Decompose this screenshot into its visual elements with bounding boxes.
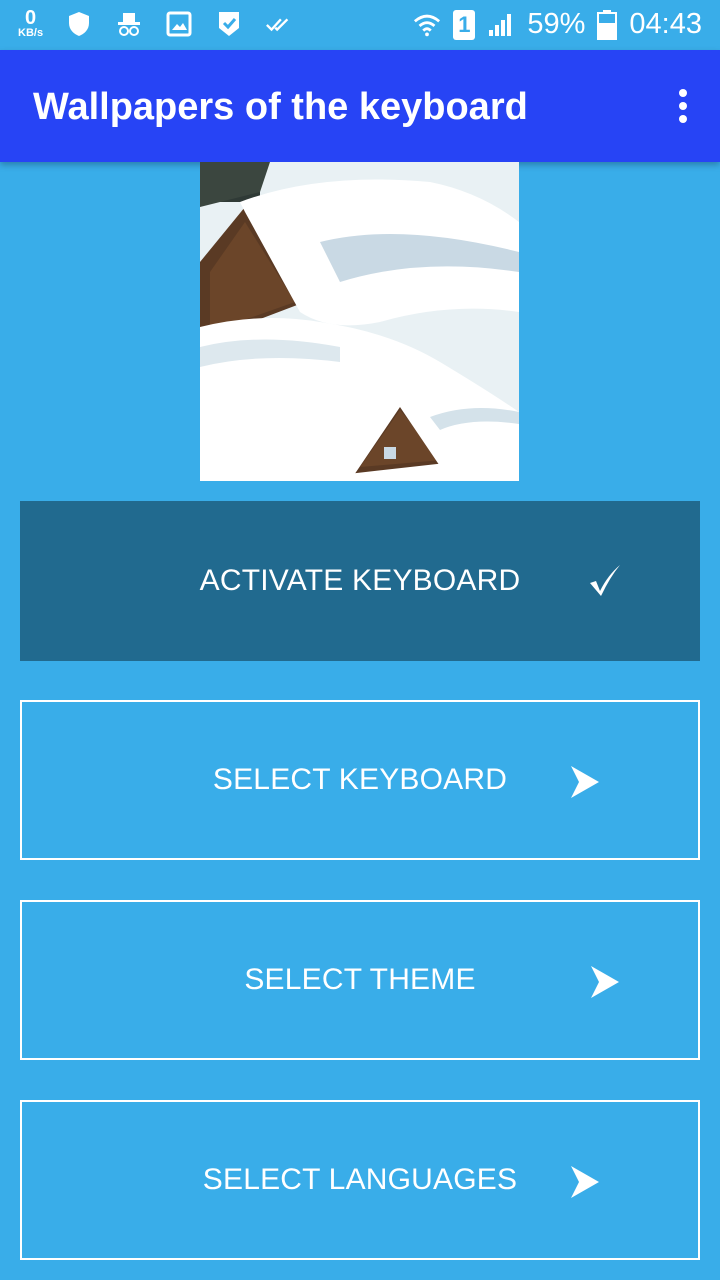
app-bar: Wallpapers of the keyboard [0, 50, 720, 162]
double-check-icon [265, 10, 293, 38]
network-speed: 0 KB/s [18, 8, 43, 39]
clock: 04:43 [629, 8, 702, 40]
more-vert-icon[interactable] [676, 88, 690, 124]
checkmark-icon [588, 563, 622, 602]
activate-keyboard-button[interactable]: ACTIVATE KEYBOARD [20, 501, 700, 661]
sim-slot-number: 1 [458, 11, 471, 37]
shield-icon [65, 10, 93, 38]
arrow-right-icon [571, 766, 601, 803]
snow-cabin-wallpaper [200, 162, 519, 481]
image-icon [165, 10, 193, 38]
app-title: Wallpapers of the keyboard [33, 86, 528, 128]
arrow-right-icon [571, 1166, 601, 1203]
arrow-right-icon [591, 966, 621, 1003]
check-shield-icon [215, 10, 243, 38]
wifi-icon [413, 11, 441, 39]
status-bar: 0 KB/s 1 59% 04:43 [0, 0, 720, 50]
select-theme-button[interactable]: SELECT THEME [20, 900, 700, 1060]
incognito-icon [115, 10, 143, 38]
select-languages-button[interactable]: SELECT LANGUAGES [20, 1100, 700, 1260]
network-speed-unit: KB/s [18, 27, 44, 39]
battery-percent: 59% [527, 8, 586, 40]
sim-icon: 1 [453, 9, 476, 40]
network-speed-value: 0 [24, 7, 37, 29]
battery-icon [597, 9, 618, 40]
select-keyboard-button[interactable]: SELECT KEYBOARD [20, 700, 700, 860]
wallpaper-preview[interactable] [200, 162, 519, 481]
signal-icon [487, 11, 515, 39]
